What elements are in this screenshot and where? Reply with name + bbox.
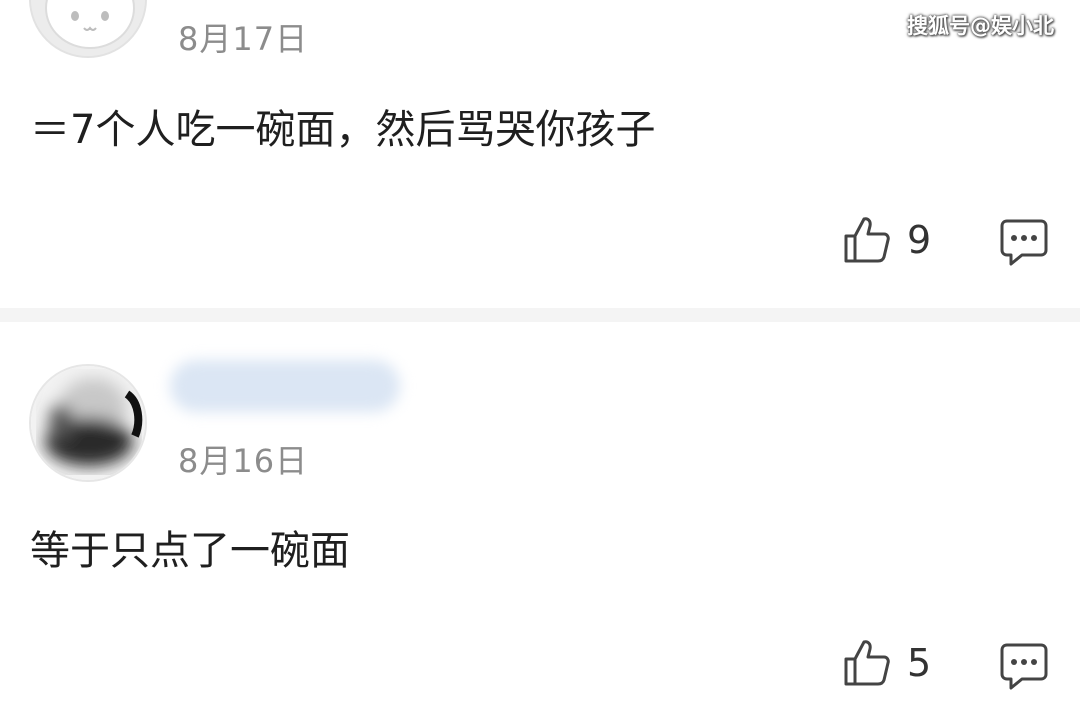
comment-text: ＝7个人吃一碗面，然后骂哭你孩子 [30, 107, 656, 153]
like-count: 9 [907, 218, 932, 262]
comment-bubble-icon [1000, 219, 1048, 266]
like-button[interactable]: 5 [843, 638, 931, 688]
comment-item: 8月17日 ＝7个人吃一碗面，然后骂哭你孩子 9 [0, 0, 1080, 308]
avatar[interactable] [29, 0, 147, 58]
thumbs-up-icon [844, 640, 890, 686]
blurred-avatar-icon [31, 366, 145, 480]
reply-button[interactable] [1000, 218, 1048, 268]
comment-divider [0, 308, 1080, 322]
comment-bubble-icon [1000, 643, 1048, 690]
like-button[interactable]: 9 [843, 215, 931, 265]
like-count: 5 [907, 641, 932, 685]
reply-button[interactable] [1000, 642, 1048, 692]
comment-item: 8月16日 等于只点了一碗面 5 [0, 322, 1080, 705]
thumbs-up-icon [844, 217, 890, 263]
comment-date: 8月16日 [178, 442, 309, 480]
avatar[interactable] [29, 364, 147, 482]
username-redacted [170, 360, 400, 412]
cartoon-face-icon [31, 0, 145, 56]
comment-date: 8月17日 [178, 20, 309, 58]
comment-text: 等于只点了一碗面 [30, 528, 350, 574]
